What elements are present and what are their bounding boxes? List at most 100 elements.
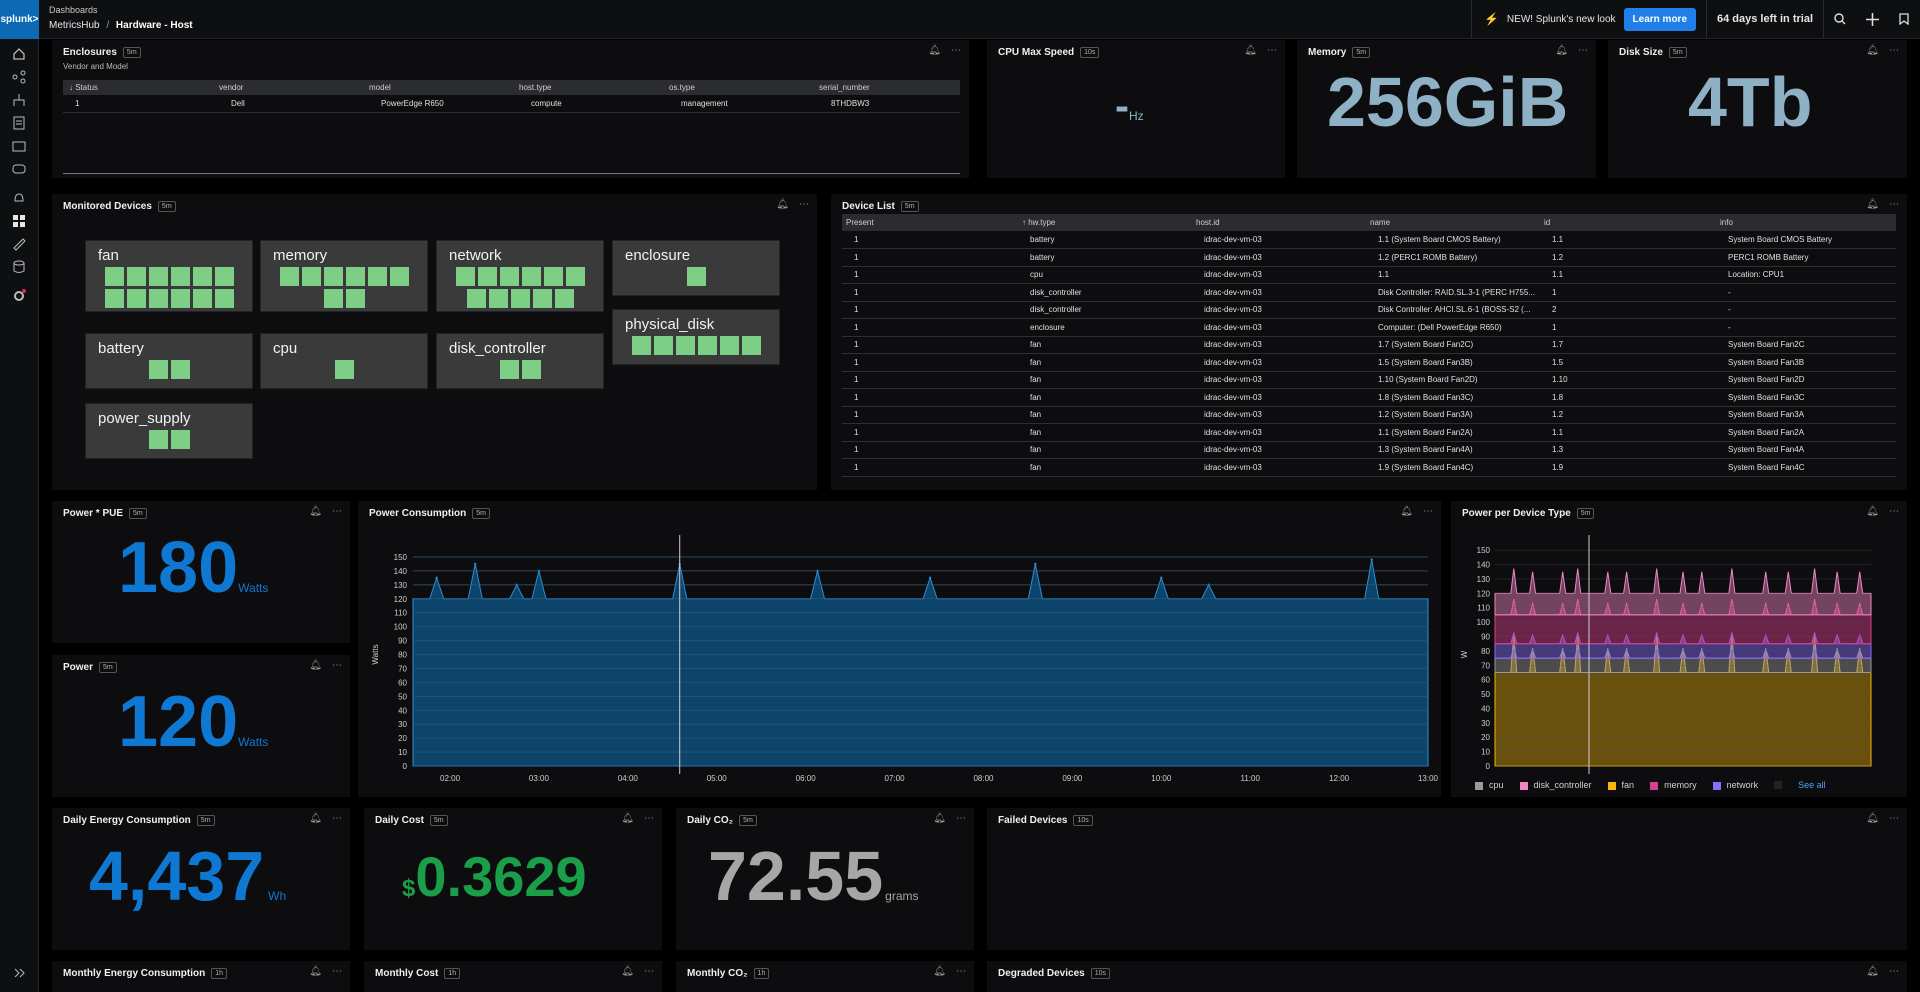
synthetics-icon[interactable] [9, 159, 29, 179]
device-cell[interactable] [719, 336, 739, 355]
device-cell[interactable] [170, 360, 190, 379]
device-cell[interactable] [554, 289, 574, 308]
more-icon[interactable]: ⋯ [1578, 45, 1588, 56]
table-row[interactable]: 1 battery idrac-dev-vm-03 1.1 (System Board… [842, 231, 1896, 249]
device-tile-power-supply[interactable]: power_supply [85, 403, 253, 459]
device-tile-disk-controller[interactable]: disk_controller [436, 333, 604, 389]
more-icon[interactable]: ⋯ [644, 813, 654, 824]
table-row[interactable]: 1 fan idrac-dev-vm-03 1.2 (System Board Fan… [842, 406, 1896, 424]
device-cell[interactable] [148, 360, 168, 379]
bell-icon[interactable]: 🔔︎ [1866, 966, 1879, 977]
legend-item[interactable]: network [1712, 780, 1758, 790]
bell-icon[interactable]: 🔔︎ [1866, 199, 1879, 210]
data-point[interactable] [474, 562, 477, 566]
device-cell[interactable] [279, 267, 299, 286]
power-consumption-chart[interactable]: 0 10 20 30 40 50 60 70 80 90 100 110 120 130 140 150 02:… [358, 501, 1441, 797]
device-cell[interactable] [214, 267, 234, 286]
bookmark-icon[interactable] [1888, 0, 1920, 38]
more-icon[interactable]: ⋯ [644, 966, 654, 977]
device-cell[interactable] [323, 289, 343, 308]
table-row[interactable]: 1 cpu idrac-dev-vm-03 1.1 1.1 Location: CPU1 [842, 266, 1896, 284]
legend-item[interactable]: disk_controller [1519, 780, 1592, 790]
device-cell[interactable] [170, 289, 190, 308]
device-cell[interactable] [126, 267, 146, 286]
learn-more-button[interactable]: Learn more [1623, 7, 1697, 31]
device-cell[interactable] [565, 267, 585, 286]
settings-gear-icon[interactable] [9, 286, 29, 306]
device-cell[interactable] [334, 360, 354, 379]
more-icon[interactable]: ⋯ [1889, 199, 1899, 210]
legend-item[interactable]: cpu [1475, 780, 1504, 790]
column-header[interactable]: name [1366, 214, 1540, 231]
bell-icon[interactable]: 🔔︎ [309, 966, 322, 977]
search-icon[interactable] [1824, 0, 1856, 38]
table-row[interactable]: 1 fan idrac-dev-vm-03 1.9 (System Board Fan… [842, 458, 1896, 477]
device-tile-fan[interactable]: fan [85, 240, 253, 312]
more-icon[interactable]: ⋯ [1889, 966, 1899, 977]
legend-item[interactable]: memory [1650, 780, 1697, 790]
column-header[interactable]: vendor [213, 80, 363, 95]
device-cell[interactable] [345, 289, 365, 308]
table-row[interactable]: 1 fan idrac-dev-vm-03 1.8 (System Board Fan… [842, 388, 1896, 407]
device-cell[interactable] [477, 267, 497, 286]
device-cell[interactable] [367, 267, 387, 286]
device-tile-cpu[interactable]: cpu [260, 333, 428, 389]
device-list-scroll[interactable]: Present ↑ hw.type host.id name id info 1 batter… [842, 214, 1896, 486]
table-row[interactable]: 1 disk_controller idrac-dev-vm-03 Disk Cont… [842, 301, 1896, 319]
more-icon[interactable]: ⋯ [332, 660, 342, 671]
device-cell[interactable] [697, 336, 717, 355]
power-per-device-chart[interactable]: 0 10 20 30 40 50 60 70 80 90 100 110 120 130 140 150 W [1451, 501, 1907, 781]
more-icon[interactable]: ⋯ [956, 966, 966, 977]
metrics-ruler-icon[interactable] [9, 234, 29, 254]
logs-icon[interactable] [9, 113, 29, 133]
more-icon[interactable]: ⋯ [332, 506, 342, 517]
device-tile-battery[interactable]: battery [85, 333, 253, 389]
infrastructure-icon[interactable] [9, 90, 29, 110]
apm-icon[interactable] [9, 67, 29, 87]
table-row[interactable]: 1 disk_controller idrac-dev-vm-03 Disk Cont… [842, 283, 1896, 302]
more-icon[interactable]: ⋯ [951, 45, 961, 56]
data-point[interactable] [928, 576, 932, 580]
bell-icon[interactable]: 🔔︎ [933, 813, 946, 824]
device-cell[interactable] [104, 267, 124, 286]
data-point[interactable] [1160, 576, 1163, 580]
device-cell[interactable] [301, 267, 321, 286]
device-cell[interactable] [192, 267, 212, 286]
power-series-area[interactable] [412, 559, 1429, 767]
device-cell[interactable] [510, 289, 530, 308]
device-cell[interactable] [148, 430, 168, 449]
column-header[interactable]: host.id [1192, 214, 1366, 231]
device-cell[interactable] [466, 289, 486, 308]
data-point[interactable] [1370, 558, 1373, 561]
bell-icon[interactable]: 🔔︎ [928, 45, 941, 56]
device-cell[interactable] [389, 267, 409, 286]
column-header[interactable]: serial_number [813, 80, 960, 95]
bell-icon[interactable]: 🔔︎ [309, 813, 322, 824]
data-point[interactable] [1034, 562, 1037, 566]
see-all-link[interactable]: See all [1798, 780, 1826, 790]
bell-icon[interactable]: 🔔︎ [1244, 45, 1257, 56]
device-cell[interactable] [631, 336, 651, 355]
device-cell[interactable] [455, 267, 475, 286]
bell-icon[interactable]: 🔔︎ [309, 660, 322, 671]
device-cell[interactable] [170, 430, 190, 449]
device-cell[interactable] [521, 360, 541, 379]
bell-icon[interactable]: 🔔︎ [1866, 45, 1879, 56]
table-row[interactable]: 1 fan idrac-dev-vm-03 1.10 (System Board Fa… [842, 371, 1896, 389]
breadcrumb-metricshub[interactable]: MetricsHub [49, 20, 100, 31]
legend-item[interactable]: fan [1607, 780, 1634, 790]
device-cell[interactable] [148, 267, 168, 286]
bell-icon[interactable]: 🔔︎ [621, 813, 634, 824]
column-header[interactable]: model [363, 80, 513, 95]
table-row[interactable]: 1 battery idrac-dev-vm-03 1.2 (PERC1 ROMB B… [842, 248, 1896, 267]
bell-icon[interactable]: 🔔︎ [776, 199, 789, 210]
column-header[interactable]: os.type [663, 80, 813, 95]
column-header[interactable]: id [1540, 214, 1716, 231]
more-icon[interactable]: ⋯ [1267, 45, 1277, 56]
bell-icon[interactable]: 🔔︎ [933, 966, 946, 977]
column-header[interactable]: ↑ hw.type [1018, 214, 1192, 231]
device-cell[interactable] [214, 289, 234, 308]
device-cell[interactable] [192, 289, 212, 308]
device-cell[interactable] [126, 289, 146, 308]
table-row[interactable]: 1 fan idrac-dev-vm-03 1.5 (System Board Fan… [842, 353, 1896, 372]
